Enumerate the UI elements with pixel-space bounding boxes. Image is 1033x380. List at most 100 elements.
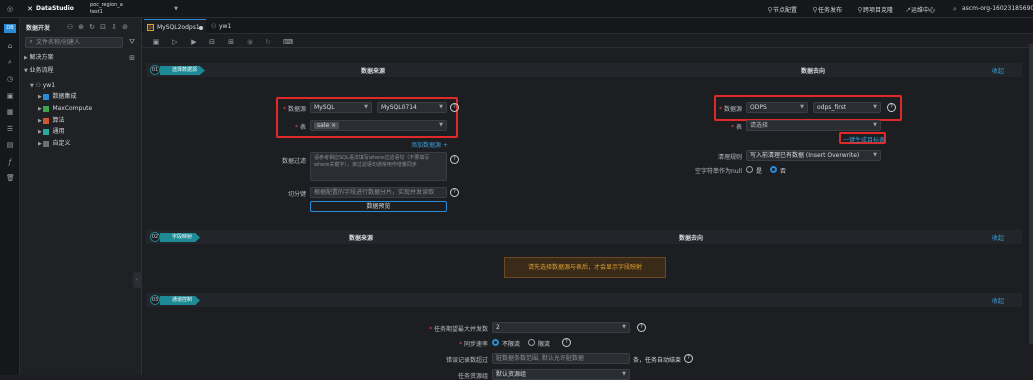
search-input-wrap[interactable]: ⌕ 文件名称/创建人 xyxy=(25,37,123,48)
scrollbar[interactable] xyxy=(1029,44,1033,344)
briefcase-icon[interactable]: ▣ xyxy=(6,92,14,100)
keyboard-icon[interactable]: ⌨ xyxy=(283,38,293,46)
chevron-down-icon: ▼ xyxy=(873,104,877,110)
table-icon[interactable]: ▦ xyxy=(6,108,14,116)
chevron-down-icon: ▼ xyxy=(174,6,178,12)
chevron-down-icon: ▼ xyxy=(873,122,877,128)
list-icon[interactable]: ☰ xyxy=(6,125,14,133)
source-ds-label: * 数据源 xyxy=(283,106,306,113)
trash-icon[interactable]: 🗑 xyxy=(6,174,15,182)
script-mode-icon[interactable]: ⊟ xyxy=(208,38,216,46)
stop-icon[interactable]: ◉ xyxy=(246,38,254,46)
radio-limit[interactable] xyxy=(528,339,535,346)
help-icon[interactable]: ? xyxy=(450,188,459,197)
import-icon[interactable]: ⇩ xyxy=(110,23,118,31)
format-icon[interactable]: ⊞ xyxy=(227,38,235,46)
tree-item-general[interactable]: ▶ 通用 xyxy=(38,127,64,137)
search-icon[interactable]: ⌕ xyxy=(6,58,14,66)
grid-icon[interactable]: ⊞ xyxy=(128,54,136,62)
radio-no-limit[interactable] xyxy=(492,339,499,346)
table-tag-sale[interactable]: sale × xyxy=(314,122,340,129)
locate-icon[interactable]: ⊡ xyxy=(99,23,107,31)
source-table-select[interactable]: sale × ▼ xyxy=(310,120,447,131)
tree-item-algorithm[interactable]: ▶ 算法 xyxy=(38,116,64,126)
history-icon[interactable]: ◷ xyxy=(6,75,14,83)
generate-target-table-link[interactable]: 一键生成目标表 xyxy=(843,135,885,144)
project-name: poc_region_a xyxy=(90,2,123,8)
tree-item-custom[interactable]: ▶ 自定义 xyxy=(38,139,70,149)
unsaved-dot[interactable] xyxy=(199,26,203,30)
collapse-link[interactable]: 收起 xyxy=(992,233,1004,242)
radio-no[interactable] xyxy=(770,166,777,173)
add-icon[interactable]: ⊕ xyxy=(77,23,85,31)
resource-group-label: 任务资源组 xyxy=(457,373,488,380)
help-icon[interactable]: ? xyxy=(450,103,459,112)
step-badge: 通道控制 xyxy=(160,296,201,305)
collapse-link[interactable]: 收起 xyxy=(992,66,1004,75)
source-ds-type-select[interactable]: MySQL ▼ xyxy=(310,102,372,113)
search-input[interactable]: 文件名称/创建人 xyxy=(36,39,80,46)
project-selector[interactable]: poc_region_a test1 ▼ xyxy=(88,1,182,17)
tree-item-maxcompute[interactable]: ▶ MaxCompute xyxy=(38,104,92,114)
tree-item-data-integration[interactable]: ▶ 数据集成 xyxy=(38,92,76,102)
target-ds-name-select[interactable]: odps_first ▼ xyxy=(813,102,881,113)
add-source-link[interactable]: 添加数据源 + xyxy=(411,140,448,149)
reload-icon[interactable]: ↻ xyxy=(264,38,272,46)
help-icon[interactable]: ? xyxy=(684,354,693,363)
function-icon[interactable]: ƒ xyxy=(6,158,14,166)
home-icon[interactable]: ⌂ xyxy=(6,42,14,50)
filter-icon[interactable]: ⊘ xyxy=(121,23,129,31)
target-ds-type-select[interactable]: ODPS ▼ xyxy=(746,102,808,113)
clean-rule-label: 清理规则 xyxy=(717,154,742,161)
chevron-down-icon: ▼ xyxy=(873,152,877,158)
source-title: 数据来源 xyxy=(361,68,386,75)
menu-task-publish[interactable]: ⚲任务发布 xyxy=(812,5,848,14)
search-icon: ⌕ xyxy=(29,38,33,45)
radio-yes[interactable] xyxy=(746,166,753,173)
menu-cross-clone[interactable]: ⚲跨项目克隆 xyxy=(857,5,901,14)
collapse-link[interactable]: 收起 xyxy=(992,296,1004,305)
user-filter-icon[interactable]: ⚇ xyxy=(66,23,74,31)
run-params-icon[interactable]: ▶ xyxy=(190,38,198,46)
source-ds-name-select[interactable]: MySQL0714 ▼ xyxy=(377,102,447,113)
save-icon[interactable]: ▣ xyxy=(152,38,160,46)
refresh-icon[interactable]: ↻ xyxy=(88,23,96,31)
datastudio-badge[interactable]: DB xyxy=(4,24,16,33)
tree-business-flow[interactable]: ▼ 业务流程 xyxy=(24,66,53,76)
error-count-input[interactable]: 脏数据条数范围, 默认允许脏数据 xyxy=(492,353,630,364)
menu-ops-center[interactable]: ↗运维中心 xyxy=(905,5,941,14)
section-header-channel: 03 通道控制 收起 xyxy=(146,293,1022,307)
section-header-source: 01 选择数据源 数据来源 数据去向 收起 xyxy=(146,63,1022,77)
chevron-down-icon: ▼ xyxy=(439,104,443,110)
concurrency-label: * 任务期望最大并发数 xyxy=(429,326,488,333)
tab-yw1[interactable]: ⚇ yw1 xyxy=(209,19,243,34)
sidebar: 数据开发 ⚇ ⊕ ↻ ⊡ ⇩ ⊘ ⌕ 文件名称/创建人 ⛛ ▶ 解决方案 ⊞ ▼… xyxy=(20,18,142,375)
clean-rule-select[interactable]: 写入前清理已有数据 (Insert Overwrite) ▼ xyxy=(746,150,881,161)
filter-funnel-icon[interactable]: ⛛ xyxy=(128,38,136,46)
search-icon[interactable]: ⌕ xyxy=(951,5,959,13)
step-number: 03 xyxy=(150,295,160,305)
split-key-input[interactable]: 根据配置的字段进行数据分片，实现并发读取 xyxy=(310,187,447,198)
data-preview-button[interactable]: 数据预览 xyxy=(310,201,447,212)
run-icon[interactable]: ▷ xyxy=(171,38,179,46)
collapse-sidebar-handle[interactable]: ‹ xyxy=(133,272,141,288)
document-icon[interactable]: ▤ xyxy=(6,141,14,149)
help-icon[interactable]: ? xyxy=(562,338,571,347)
target-table-select[interactable]: 请选择 ▼ xyxy=(746,120,881,131)
top-bar: ◎ ✕ DataStudio poc_region_a test1 ▼ ⚲节点配… xyxy=(0,0,1033,18)
account-name[interactable]: ascm-org-16023185690 xyxy=(962,5,1033,12)
help-icon[interactable]: ? xyxy=(450,155,459,164)
tab-mysql2odps1[interactable]: DI MySQL2odps1 xyxy=(144,19,206,34)
tree-item-yw1[interactable]: ▼ ⚇ yw1 xyxy=(30,81,55,91)
tree-solutions[interactable]: ▶ 解决方案 xyxy=(24,53,138,63)
filter-textarea[interactable]: 请参考相应SQL语法填写where过滤语句（不要填写where关键字）。该过滤语… xyxy=(310,152,447,181)
algorithm-icon xyxy=(43,117,50,124)
help-icon[interactable]: ? xyxy=(887,103,896,112)
step-number: 01 xyxy=(150,65,160,75)
target-title: 数据去向 xyxy=(801,68,826,75)
chevron-down-icon: ▼ xyxy=(622,324,626,330)
concurrency-select[interactable]: 2 ▼ xyxy=(492,322,630,333)
apps-icon[interactable]: ◎ xyxy=(6,5,14,13)
help-icon[interactable]: ? xyxy=(637,323,646,332)
menu-node-config[interactable]: ⚲节点配置 xyxy=(767,5,803,14)
